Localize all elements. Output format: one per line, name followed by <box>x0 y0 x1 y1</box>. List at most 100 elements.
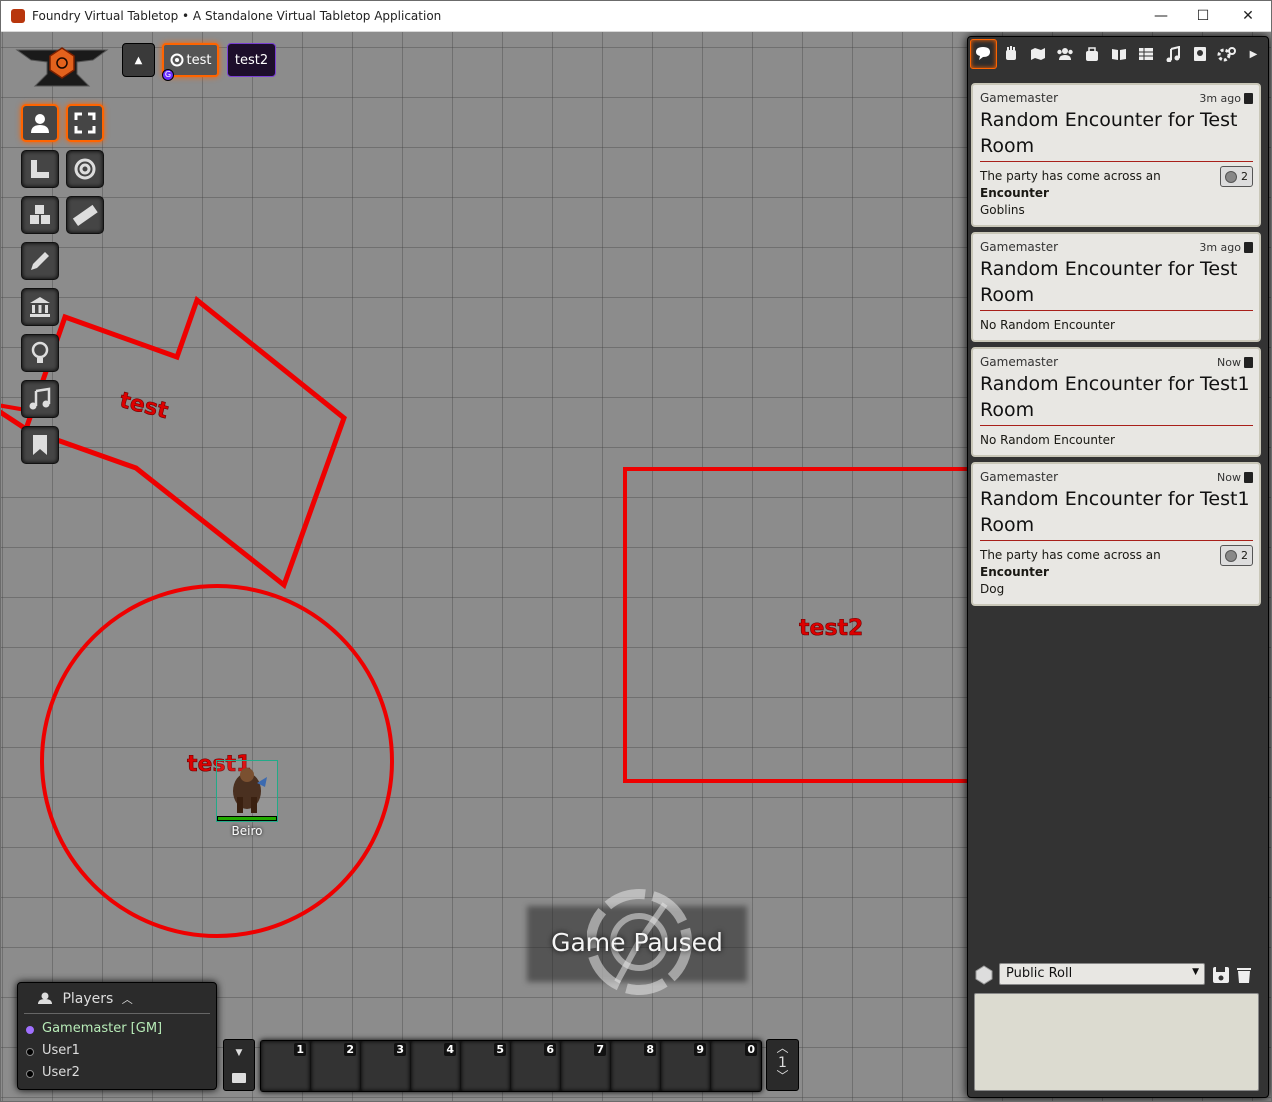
macro-slot[interactable]: 0 <box>711 1041 761 1091</box>
user-marker-dot: G <box>162 69 174 81</box>
trash-icon[interactable] <box>1244 471 1253 483</box>
roll-result-badge[interactable]: 2 <box>1220 166 1253 187</box>
scenes-icon[interactable] <box>1024 39 1051 69</box>
player-name: Gamemaster [GM] <box>42 1021 163 1036</box>
message-speaker: Gamemaster <box>980 91 1059 105</box>
macro-slot[interactable]: 5 <box>461 1041 511 1091</box>
player-name: User2 <box>42 1065 80 1080</box>
token-health-bar <box>217 816 277 821</box>
sidebar: ▶ Gamemaster 3m ago Random Encounter for… <box>967 36 1269 1098</box>
message-title: Random Encounter for Test1 Room <box>980 371 1253 426</box>
drawing-label-test2: test2 <box>799 616 863 641</box>
collapse-sidebar-icon[interactable]: ▶ <box>1240 39 1267 69</box>
lightbulb-icon <box>31 341 49 363</box>
player-color-dot <box>26 1070 34 1078</box>
actors-icon[interactable] <box>1051 39 1078 69</box>
music-icon <box>29 387 51 410</box>
compendium-icon[interactable] <box>1186 39 1213 69</box>
macro-slot[interactable]: 2 <box>311 1041 361 1091</box>
roll-mode-select[interactable]: Public Roll ▼ <box>999 963 1205 985</box>
landmark-icon <box>30 297 50 317</box>
player-color-dot <box>26 1026 34 1034</box>
journal-icon[interactable] <box>1105 39 1132 69</box>
lighting-controls-button[interactable] <box>21 334 59 372</box>
message-speaker: Gamemaster <box>980 240 1059 254</box>
scene-nav-toggle[interactable]: ▲ <box>122 43 155 77</box>
ruler-tool-button[interactable] <box>66 196 104 234</box>
hotbar-page-control: ︿ 1 ﹀ <box>766 1039 799 1091</box>
trash-icon[interactable] <box>1244 356 1253 368</box>
message-timestamp: 3m ago <box>1199 240 1241 254</box>
measure-icon <box>72 204 98 226</box>
target-icon <box>74 158 96 180</box>
players-header[interactable]: Players ︿ <box>24 983 210 1014</box>
minimize-button[interactable]: — <box>1138 1 1184 32</box>
sounds-controls-button[interactable] <box>21 380 59 418</box>
chevron-up-icon[interactable]: ︿ <box>767 1040 798 1055</box>
macro-slot[interactable]: 9 <box>661 1041 711 1091</box>
cubes-icon <box>30 205 50 224</box>
message-text: The party has come across an <box>980 169 1161 183</box>
token-beiro[interactable] <box>216 760 278 822</box>
caret-up-icon: ▲ <box>134 54 143 66</box>
foundry-anvil-logo-icon[interactable] <box>15 42 109 94</box>
drawing-tools-button[interactable] <box>21 242 59 280</box>
message-speaker: Gamemaster <box>980 470 1059 484</box>
users-icon <box>38 992 52 1004</box>
game-canvas[interactable]: test test1 test2 Beiro ▲ test G test2 Ga… <box>1 32 1271 1101</box>
trash-icon[interactable] <box>1244 241 1253 253</box>
macro-slot[interactable]: 1 <box>261 1041 311 1091</box>
target-icon <box>170 53 184 67</box>
token-controls-button[interactable] <box>21 104 59 142</box>
walls-controls-button[interactable] <box>21 288 59 326</box>
tiles-controls-button[interactable] <box>21 196 59 234</box>
message-bold-text: Encounter <box>980 565 1049 579</box>
maximize-button[interactable]: ☐ <box>1180 1 1226 32</box>
player-name: User1 <box>42 1043 80 1058</box>
save-icon[interactable] <box>1212 966 1230 984</box>
roll-result-badge[interactable]: 2 <box>1220 545 1253 566</box>
macro-slot[interactable]: 7 <box>561 1041 611 1091</box>
notes-controls-button[interactable] <box>21 426 59 464</box>
items-icon[interactable] <box>1078 39 1105 69</box>
target-tool-button[interactable] <box>66 150 104 188</box>
d20-icon <box>1225 549 1237 562</box>
chat-icon[interactable] <box>970 39 997 69</box>
playlists-icon[interactable] <box>1159 39 1186 69</box>
trash-icon[interactable] <box>1236 966 1252 984</box>
app-window: Foundry Virtual Tabletop • A Standalone … <box>0 0 1272 1102</box>
chat-log: Gamemaster 3m ago Random Encounter for T… <box>971 83 1263 611</box>
folder-icon[interactable] <box>232 1072 246 1083</box>
expand-icon <box>74 112 96 134</box>
trash-icon[interactable] <box>1244 92 1253 104</box>
chevron-up-icon[interactable]: ︿ <box>122 993 133 1006</box>
message-title: Random Encounter for Test Room <box>980 256 1253 311</box>
token-name: Beiro <box>231 824 263 838</box>
dice-icon[interactable] <box>974 965 994 985</box>
slot-number: 0 <box>745 1043 757 1056</box>
tables-icon[interactable] <box>1132 39 1159 69</box>
measure-controls-button[interactable] <box>21 150 59 188</box>
chat-message: Gamemaster 3m ago Random Encounter for T… <box>971 83 1261 227</box>
user-icon <box>31 114 49 133</box>
message-title: Random Encounter for Test Room <box>980 107 1253 162</box>
close-button[interactable]: ✕ <box>1225 1 1271 32</box>
macro-slot[interactable]: 4 <box>411 1041 461 1091</box>
settings-icon[interactable] <box>1213 39 1240 69</box>
chevron-down-icon[interactable]: ﹀ <box>767 1070 798 1086</box>
player-color-dot <box>26 1048 34 1056</box>
macro-slot[interactable]: 8 <box>611 1041 661 1091</box>
macro-slot[interactable]: 3 <box>361 1041 411 1091</box>
select-targets-button[interactable] <box>66 104 104 142</box>
combat-icon[interactable] <box>997 39 1024 69</box>
chat-message-input[interactable] <box>974 993 1259 1091</box>
message-text: The party has come across an <box>980 548 1161 562</box>
macro-slot[interactable]: 6 <box>511 1041 561 1091</box>
scene-tab-test2[interactable]: test2 <box>227 43 276 77</box>
roll-total: 2 <box>1241 549 1248 562</box>
slot-number: 3 <box>394 1043 406 1056</box>
players-title: Players <box>62 991 114 1007</box>
message-result: Goblins <box>980 203 1025 217</box>
message-timestamp: Now <box>1217 470 1241 484</box>
caret-down-icon[interactable]: ▼ <box>236 1048 243 1058</box>
